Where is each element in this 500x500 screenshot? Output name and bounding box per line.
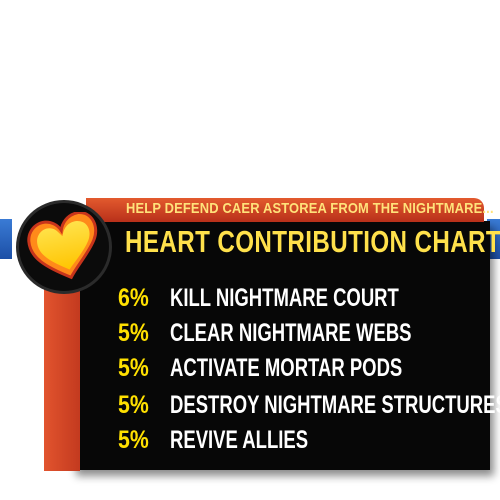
list-item: 5% ACTIVATE MORTAR PODS: [118, 354, 498, 386]
task-label: CLEAR NIGHTMARE WEBS: [170, 319, 412, 347]
task-label: ACTIVATE MORTAR PODS: [170, 354, 403, 382]
percent-value: 5%: [118, 391, 149, 419]
task-label: DESTROY NIGHTMARE STRUCTURES: [170, 391, 500, 419]
task-label: KILL NIGHTMARE COURT: [170, 284, 399, 312]
list-item: 5% REVIVE ALLIES: [118, 426, 498, 458]
left-blue-tab: [0, 219, 12, 259]
page-title: HEART CONTRIBUTION CHART: [125, 224, 500, 259]
heart-contribution-graphic: HELP DEFEND CAER ASTOREA FROM THE NIGHTM…: [0, 0, 500, 500]
heart-icon: [27, 212, 98, 280]
list-item: 6% KILL NIGHTMARE COURT: [118, 284, 498, 316]
heart-emblem: [16, 200, 112, 294]
percent-value: 5%: [118, 426, 149, 454]
task-label: REVIVE ALLIES: [170, 426, 309, 454]
percent-value: 5%: [118, 354, 149, 382]
subtitle: HELP DEFEND CAER ASTOREA FROM THE NIGHTM…: [126, 200, 494, 217]
list-item: 5% DESTROY NIGHTMARE STRUCTURES: [118, 391, 500, 423]
list-item: 5% CLEAR NIGHTMARE WEBS: [118, 319, 498, 351]
percent-value: 6%: [118, 284, 149, 312]
percent-value: 5%: [118, 319, 149, 347]
